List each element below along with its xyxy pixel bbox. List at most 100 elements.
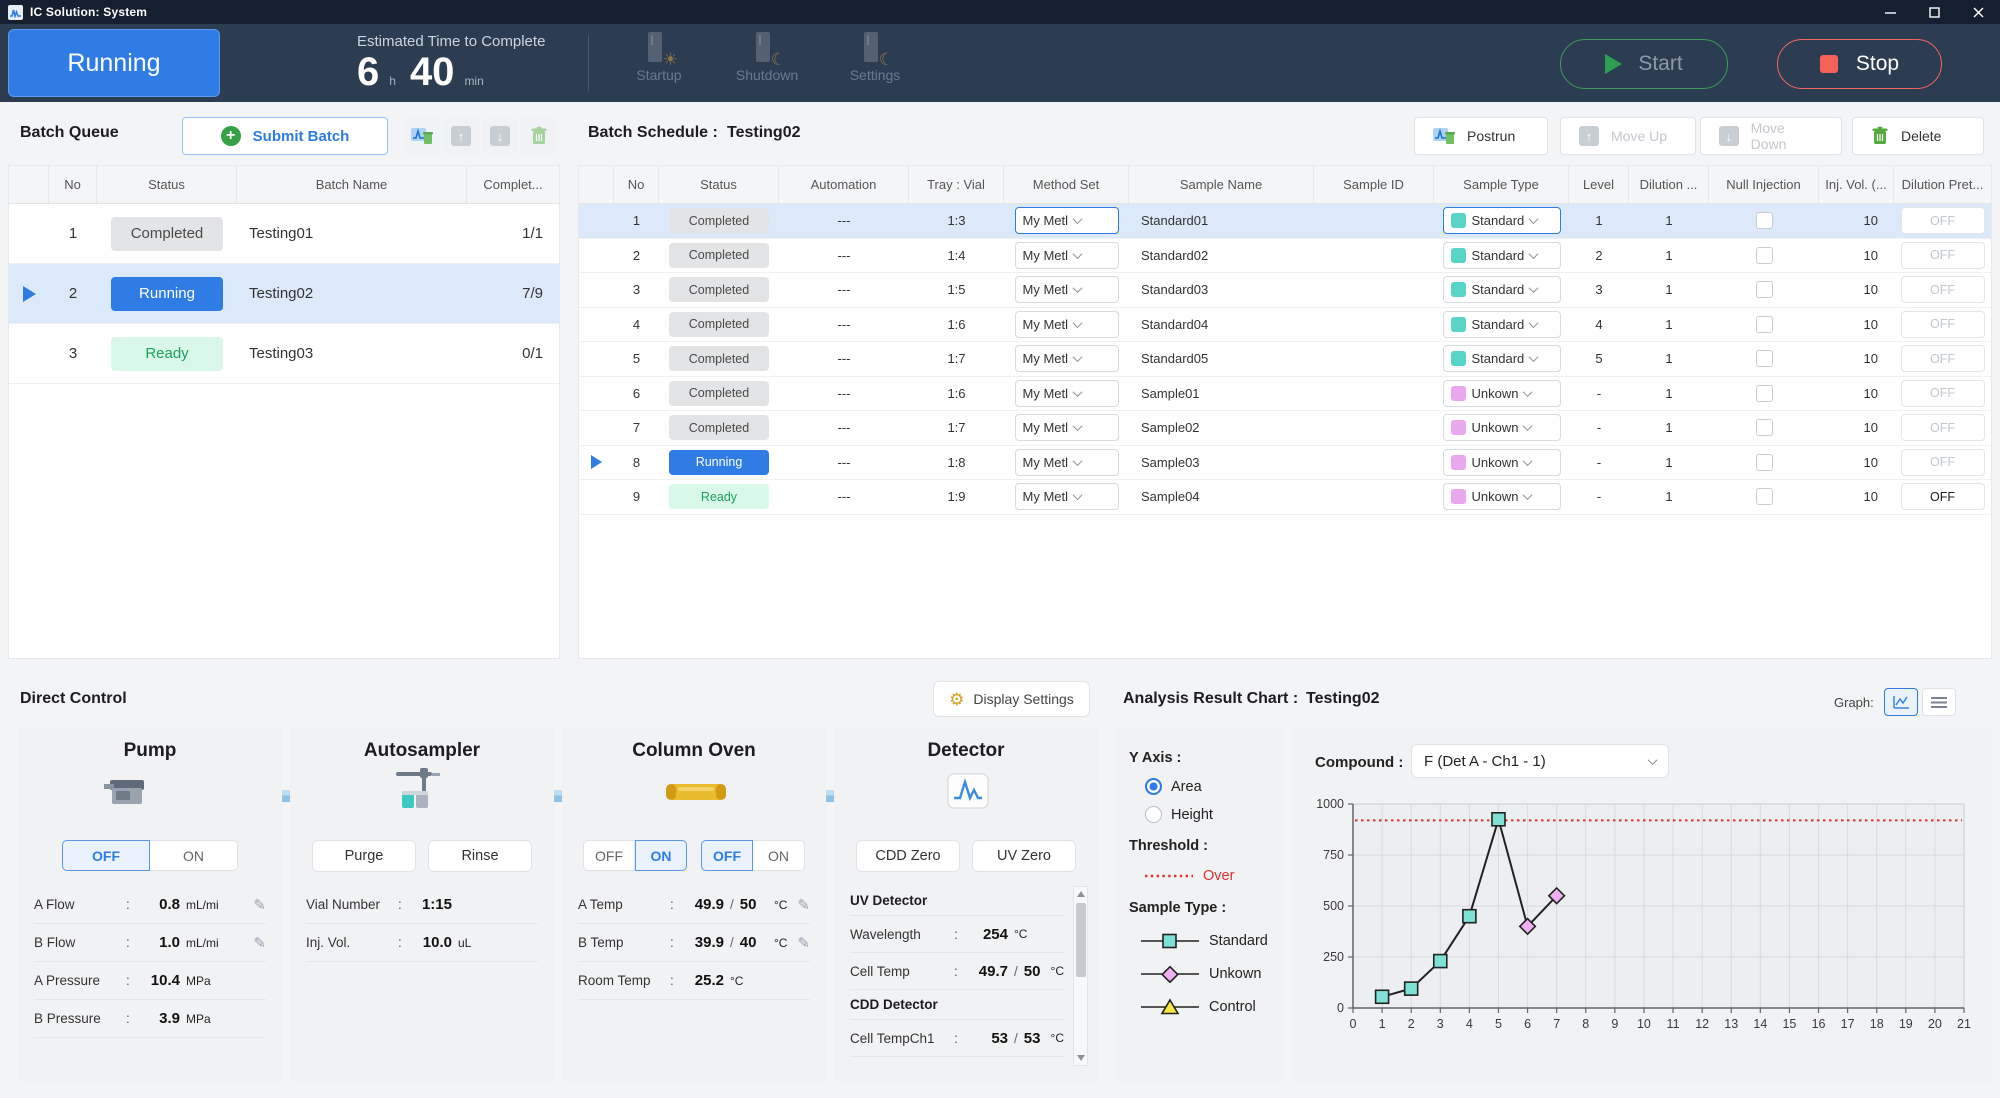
sample-type-dropdown[interactable]: Standard [1443,276,1561,303]
oven-toggle-0-off[interactable]: OFF [583,840,635,871]
oven-toggle-1-off[interactable]: OFF [701,840,753,871]
graph-chart-view-button[interactable] [1884,688,1918,716]
oven-toggle-1-on[interactable]: ON [753,840,805,871]
dilution-pret-button[interactable]: OFF [1901,207,1985,234]
pump-power-toggle-off[interactable]: OFF [62,840,150,871]
dilution-pret-button[interactable]: OFF [1901,483,1985,510]
system-startup-button[interactable]: ☀Startup [618,30,700,83]
method-set-cell: My Metl [1004,204,1129,238]
dilution-pret-button[interactable]: OFF [1901,242,1985,269]
detector-uv-zero-button[interactable]: UV Zero [972,840,1076,872]
batch-schedule-row[interactable]: 4Completed---1:6My MetlStandard04Standar… [579,308,1991,343]
col-header-10: Null Injection [1709,166,1819,203]
batch-schedule-row[interactable]: 5Completed---1:7My MetlStandard05Standar… [579,342,1991,377]
automation-cell: --- [779,342,909,376]
scroll-up-icon[interactable] [1074,887,1087,901]
dilution-pret-button[interactable]: OFF [1901,414,1985,441]
method-set-dropdown[interactable]: My Metl [1015,380,1119,407]
tray-vial-cell: 1:7 [909,342,1004,376]
graph-list-view-button[interactable] [1922,688,1956,716]
sample-type-dropdown[interactable]: Standard [1443,345,1561,372]
batch-queue-row[interactable]: 3ReadyTesting030/1 [9,324,559,384]
queue-move-up-button[interactable]: ↑ [443,117,479,155]
batch-schedule-row[interactable]: 8Running---1:8My MetlSample03Unkown-110O… [579,446,1991,481]
method-set-dropdown[interactable]: My Metl [1015,242,1119,269]
autosampler-purge-button[interactable]: Purge [312,840,416,872]
null-injection-checkbox[interactable] [1756,350,1773,367]
dilution-pret-button[interactable]: OFF [1901,276,1985,303]
detector-scrollbar[interactable] [1073,886,1088,1066]
oven-toggle-0-on[interactable]: ON [635,840,687,871]
batch-queue-row[interactable]: 2RunningTesting027/9 [9,264,559,324]
edit-pencil-icon[interactable]: ✎ [797,934,810,952]
radio-unselected-icon[interactable] [1145,806,1162,823]
dilution-pret-button[interactable]: OFF [1901,380,1985,407]
method-set-dropdown[interactable]: My Metl [1015,414,1119,441]
dilution-pret-button[interactable]: OFF [1901,311,1985,338]
null-injection-checkbox[interactable] [1756,212,1773,229]
minimize-icon[interactable] [1868,0,1912,24]
y-axis-option-area[interactable]: Area [1145,778,1202,795]
param-row-b-flow: B Flow:1.0mL/mi✎ [34,924,266,962]
maximize-icon[interactable] [1912,0,1956,24]
null-injection-checkbox[interactable] [1756,488,1773,505]
sample-type-dropdown[interactable]: Standard [1443,242,1561,269]
chevron-down-icon [1523,490,1533,500]
edit-pencil-icon[interactable]: ✎ [253,896,266,914]
submit-batch-button[interactable]: + Submit Batch [182,117,388,155]
queue-move-down-button[interactable]: ↓ [482,117,518,155]
null-injection-checkbox[interactable] [1756,385,1773,402]
display-settings-button[interactable]: ⚙ Display Settings [933,681,1090,717]
radio-selected-icon[interactable] [1145,778,1162,795]
method-set-dropdown[interactable]: My Metl [1015,311,1119,338]
dilution-pret-button[interactable]: OFF [1901,449,1985,476]
stop-button[interactable]: Stop [1777,39,1942,89]
close-icon[interactable] [1956,0,2000,24]
dilution-pret-button[interactable]: OFF [1901,345,1985,372]
sample-type-dropdown[interactable]: Unkown [1443,449,1561,476]
null-injection-checkbox[interactable] [1756,316,1773,333]
y-axis-option-height[interactable]: Height [1145,806,1213,823]
null-injection-checkbox[interactable] [1756,454,1773,471]
scroll-down-icon[interactable] [1074,1051,1087,1065]
queue-delete-button[interactable] [521,117,557,155]
delete-button[interactable]: Delete [1852,117,1984,155]
system-shutdown-button[interactable]: ☾Shutdown [726,30,808,83]
sample-type-dropdown[interactable]: Standard [1443,207,1561,234]
pump-power-toggle-on[interactable]: ON [150,840,238,871]
null-injection-checkbox[interactable] [1756,247,1773,264]
method-set-dropdown[interactable]: My Metl [1015,449,1119,476]
method-set-dropdown[interactable]: My Metl [1015,276,1119,303]
sample-type-dropdown[interactable]: Unkown [1443,414,1561,441]
sample-type-dropdown[interactable]: Unkown [1443,483,1561,510]
postrun-button[interactable]: Postrun [1414,117,1548,155]
move-down-button[interactable]: ↓Move Down [1700,117,1842,155]
system-settings-button[interactable]: ☾Settings [834,30,916,83]
sample-type-dropdown[interactable]: Standard [1443,311,1561,338]
system-status-button[interactable]: Running [8,29,220,97]
batch-schedule-row[interactable]: 1Completed---1:3My MetlStandard01Standar… [579,204,1991,239]
batch-schedule-row[interactable]: 2Completed---1:4My MetlStandard02Standar… [579,239,1991,274]
null-injection-checkbox[interactable] [1756,419,1773,436]
null-injection-checkbox[interactable] [1756,281,1773,298]
move-up-button[interactable]: ↑Move Up [1560,117,1696,155]
method-set-dropdown[interactable]: My Metl [1015,483,1119,510]
detector-panel: Detector CDD ZeroUV Zero UV DetectorWave… [834,728,1098,1082]
batch-schedule-row[interactable]: 3Completed---1:5My MetlStandard03Standar… [579,273,1991,308]
queue-postrun-icon-button[interactable] [404,117,440,155]
autosampler-rinse-button[interactable]: Rinse [428,840,532,872]
postrun-icon [411,126,433,146]
batch-schedule-row[interactable]: 7Completed---1:7My MetlSample02Unkown-11… [579,411,1991,446]
batch-schedule-row[interactable]: 6Completed---1:6My MetlSample01Unkown-11… [579,377,1991,412]
batch-queue-row[interactable]: 1CompletedTesting011/1 [9,204,559,264]
compound-dropdown[interactable]: F (Det A - Ch1 - 1) [1411,744,1669,778]
edit-pencil-icon[interactable]: ✎ [797,896,810,914]
start-button[interactable]: Start [1560,39,1728,89]
batch-schedule-row[interactable]: 9Ready---1:9My MetlSample04Unkown-110OFF [579,480,1991,515]
sample-type-dropdown[interactable]: Unkown [1443,380,1561,407]
method-set-dropdown[interactable]: My Metl [1015,345,1119,372]
edit-pencil-icon[interactable]: ✎ [253,934,266,952]
detector-cdd-zero-button[interactable]: CDD Zero [856,840,960,872]
scrollbar-thumb[interactable] [1076,903,1086,977]
method-set-dropdown[interactable]: My Metl [1015,207,1119,234]
